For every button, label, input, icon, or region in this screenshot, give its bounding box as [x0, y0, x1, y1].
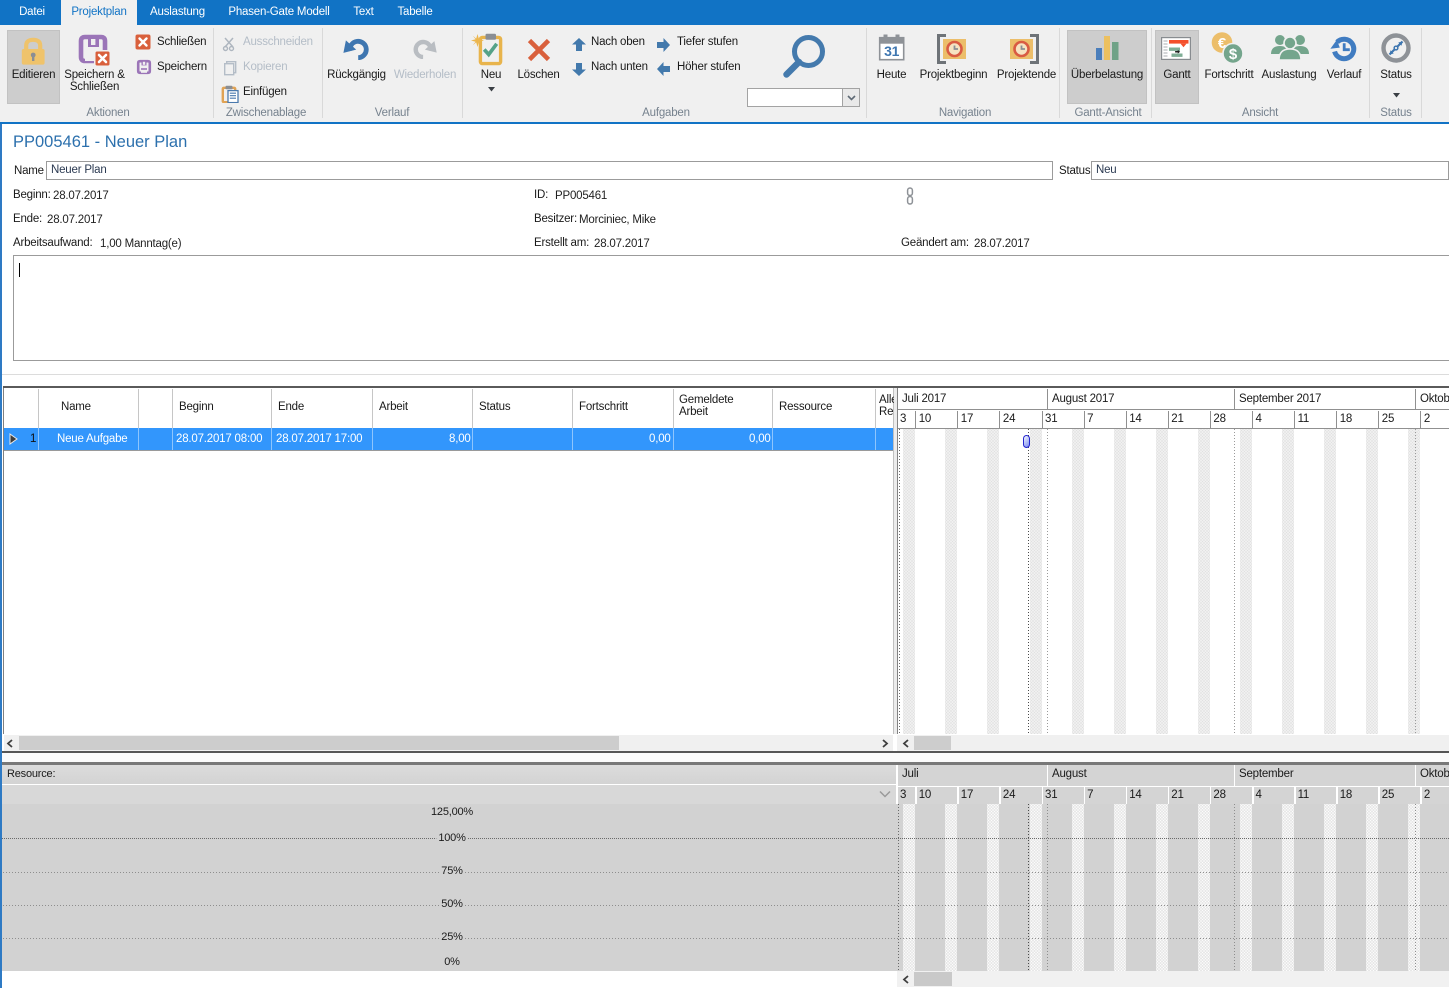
svg-text:$: $	[1229, 46, 1238, 63]
svg-text:31: 31	[884, 43, 900, 59]
